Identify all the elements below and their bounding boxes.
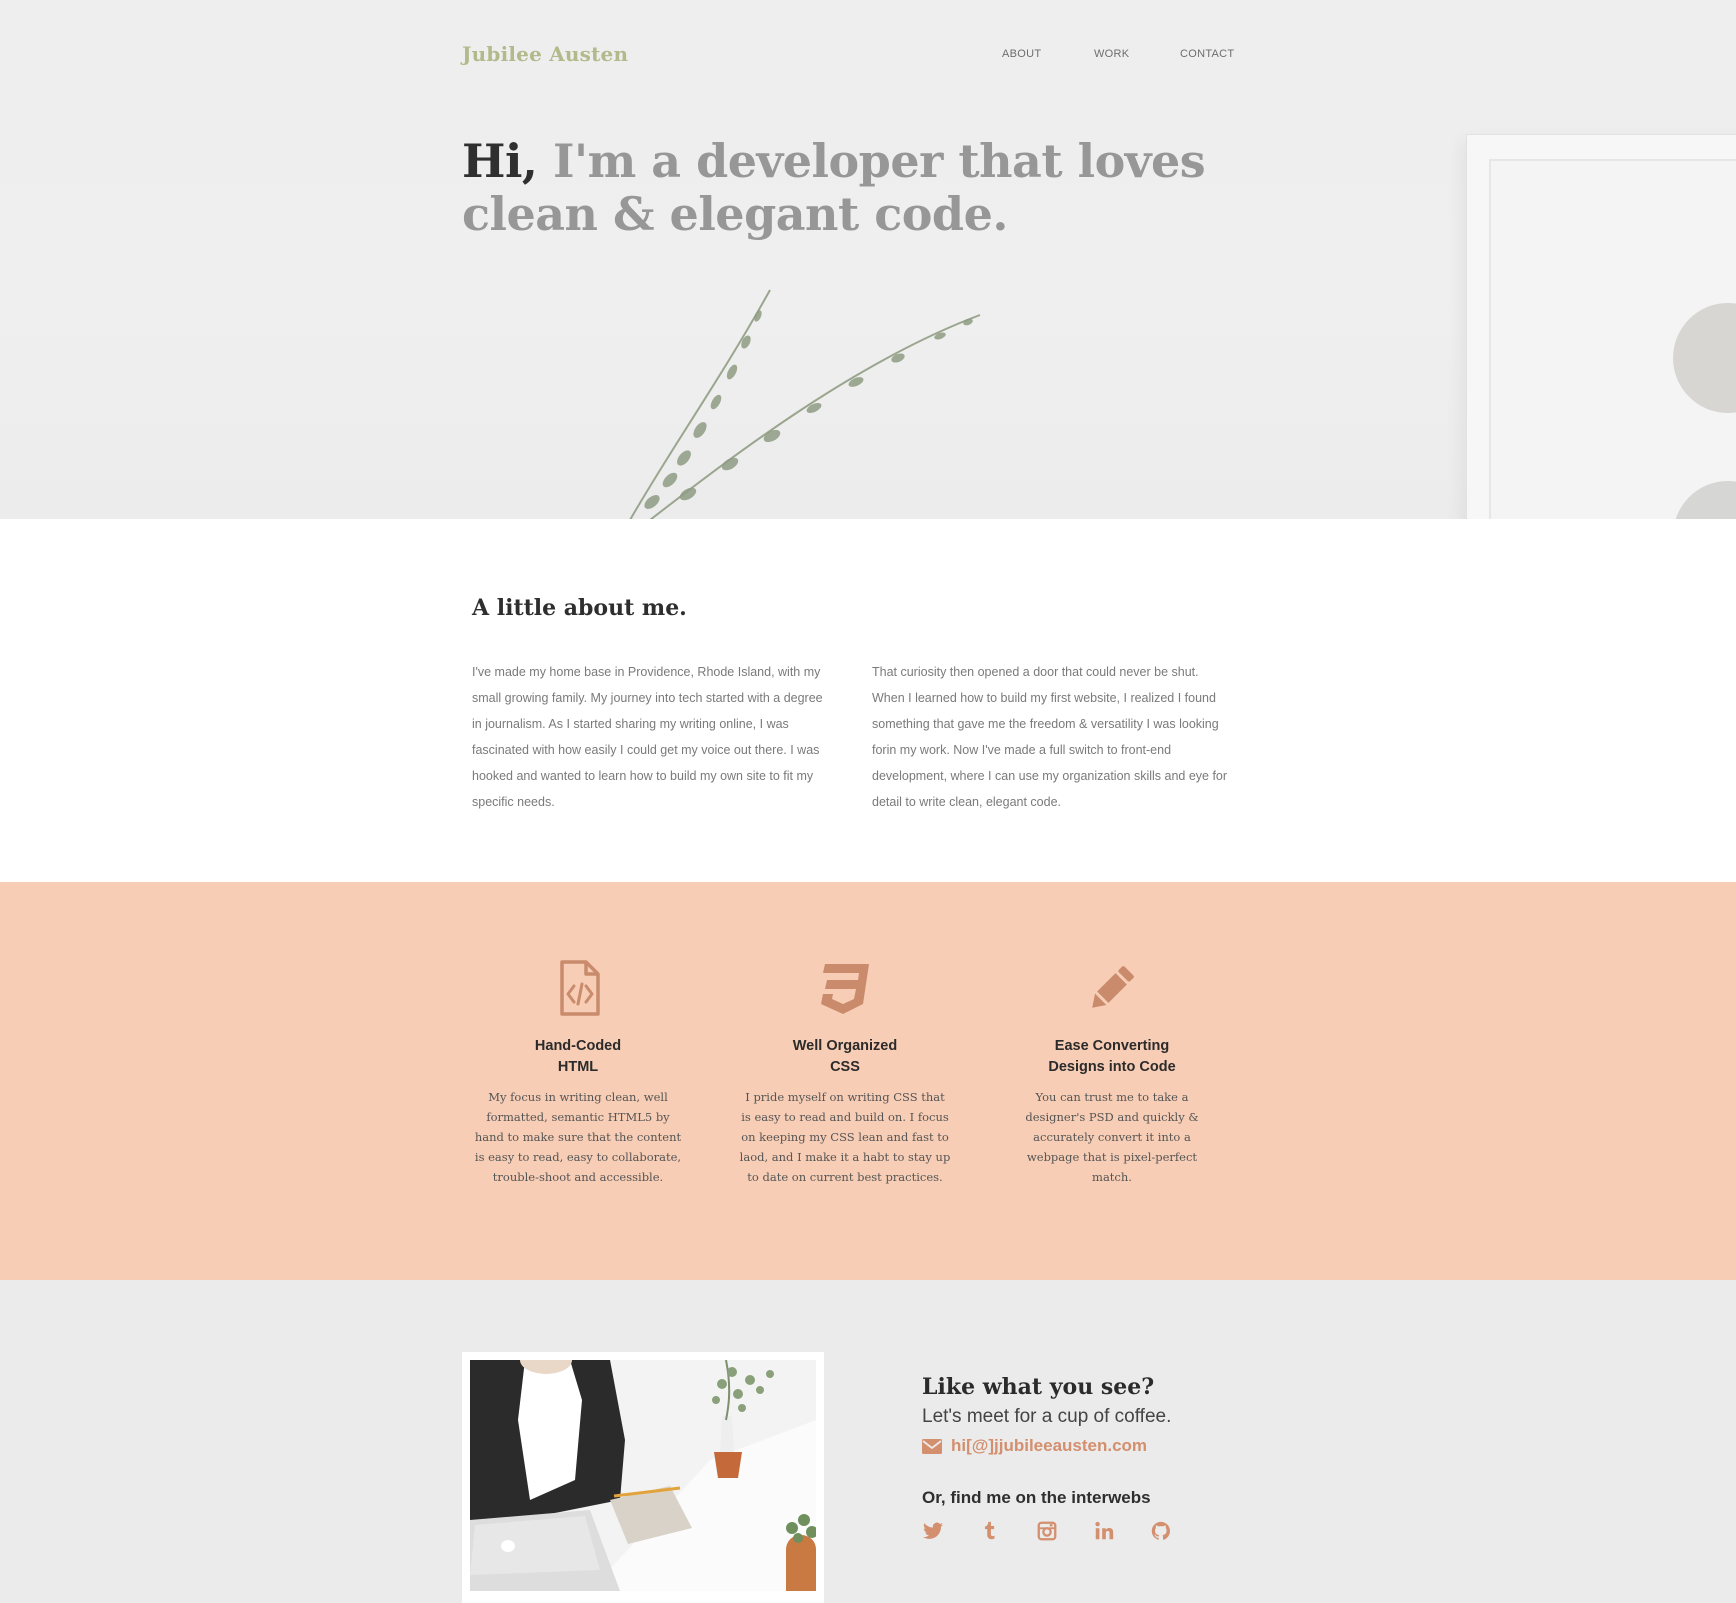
social-title: Or, find me on the interwebs xyxy=(922,1488,1151,1507)
css3-icon xyxy=(821,964,869,1014)
skill-description: I pride myself on writing CSS that is ea… xyxy=(739,1090,951,1184)
skill-card-html: Hand-Coded HTML My focus in writing clea… xyxy=(472,958,684,1187)
linkedin-icon[interactable] xyxy=(1093,1520,1115,1542)
skill-title-line2: CSS xyxy=(830,1059,860,1075)
headline-rest: I'm a developer that loves clean & elega… xyxy=(462,134,1206,241)
twitter-icon[interactable] xyxy=(922,1520,944,1542)
skill-title-line2: HTML xyxy=(557,1059,599,1075)
skill-title-line1: Hand-Coded xyxy=(534,1038,622,1054)
main-nav: ABOUT WORK CONTACT xyxy=(1000,48,1234,64)
instagram-icon[interactable] xyxy=(1036,1520,1058,1542)
contact-section: Like what you see? Let's meet for a cup … xyxy=(0,1280,1736,1603)
hero-section: Jubilee Austen ABOUT WORK CONTACT Hi, I'… xyxy=(0,0,1736,519)
hero-picture-frame xyxy=(1466,134,1736,519)
file-code-icon xyxy=(560,960,600,1016)
contact-subtitle: Let's meet for a cup of coffee. xyxy=(922,1406,1172,1427)
skill-card-design: Ease Converting Designs into Code You ca… xyxy=(1006,958,1218,1187)
tumblr-icon[interactable] xyxy=(979,1520,1001,1542)
email-link[interactable]: hi[@]jjubileeausten.com xyxy=(922,1435,1147,1457)
contact-title: Like what you see? xyxy=(922,1374,1155,1400)
skill-title-line2: Designs into Code xyxy=(1048,1059,1176,1075)
skill-title-line1: Ease Converting xyxy=(1054,1038,1170,1054)
nav-about-link[interactable]: ABOUT xyxy=(1002,48,1041,60)
social-links xyxy=(922,1520,1182,1546)
hero-headline: Hi, I'm a developer that loves clean & e… xyxy=(462,135,1222,241)
headline-hi: Hi, xyxy=(462,134,538,188)
skill-title: Ease Converting Designs into Code xyxy=(1006,1036,1218,1078)
nav-work-link[interactable]: WORK xyxy=(1094,48,1129,60)
email-address: hi[@]jjubileeausten.com xyxy=(951,1436,1148,1455)
skill-card-css: Well Organized CSS I pride myself on wri… xyxy=(739,958,951,1187)
skill-title: Hand-Coded HTML xyxy=(472,1036,684,1078)
about-paragraph-1: I've made my home base in Providence, Rh… xyxy=(472,665,823,809)
about-title: A little about me. xyxy=(472,595,687,621)
workspace-photo xyxy=(470,1360,816,1591)
workspace-photo-frame xyxy=(462,1352,824,1603)
pencil-icon xyxy=(1092,966,1134,1008)
brand-logo[interactable]: Jubilee Austen xyxy=(462,42,628,66)
envelope-icon xyxy=(922,1438,942,1454)
skill-description: My focus in writing clean, well formatte… xyxy=(474,1090,682,1184)
workspace-photo-image xyxy=(470,1360,816,1591)
eucalyptus-plant-image xyxy=(629,289,981,519)
nav-contact-link[interactable]: CONTACT xyxy=(1180,48,1234,60)
github-icon[interactable] xyxy=(1150,1520,1172,1542)
about-section: A little about me. I've made my home bas… xyxy=(0,519,1736,882)
skills-section: Hand-Coded HTML My focus in writing clea… xyxy=(0,882,1736,1280)
skill-title-line1: Well Organized xyxy=(792,1038,898,1054)
skill-title: Well Organized CSS xyxy=(739,1036,951,1078)
about-paragraph-2: That curiosity then opened a door that c… xyxy=(872,665,1228,809)
skill-description: You can trust me to take a designer's PS… xyxy=(1025,1090,1199,1184)
